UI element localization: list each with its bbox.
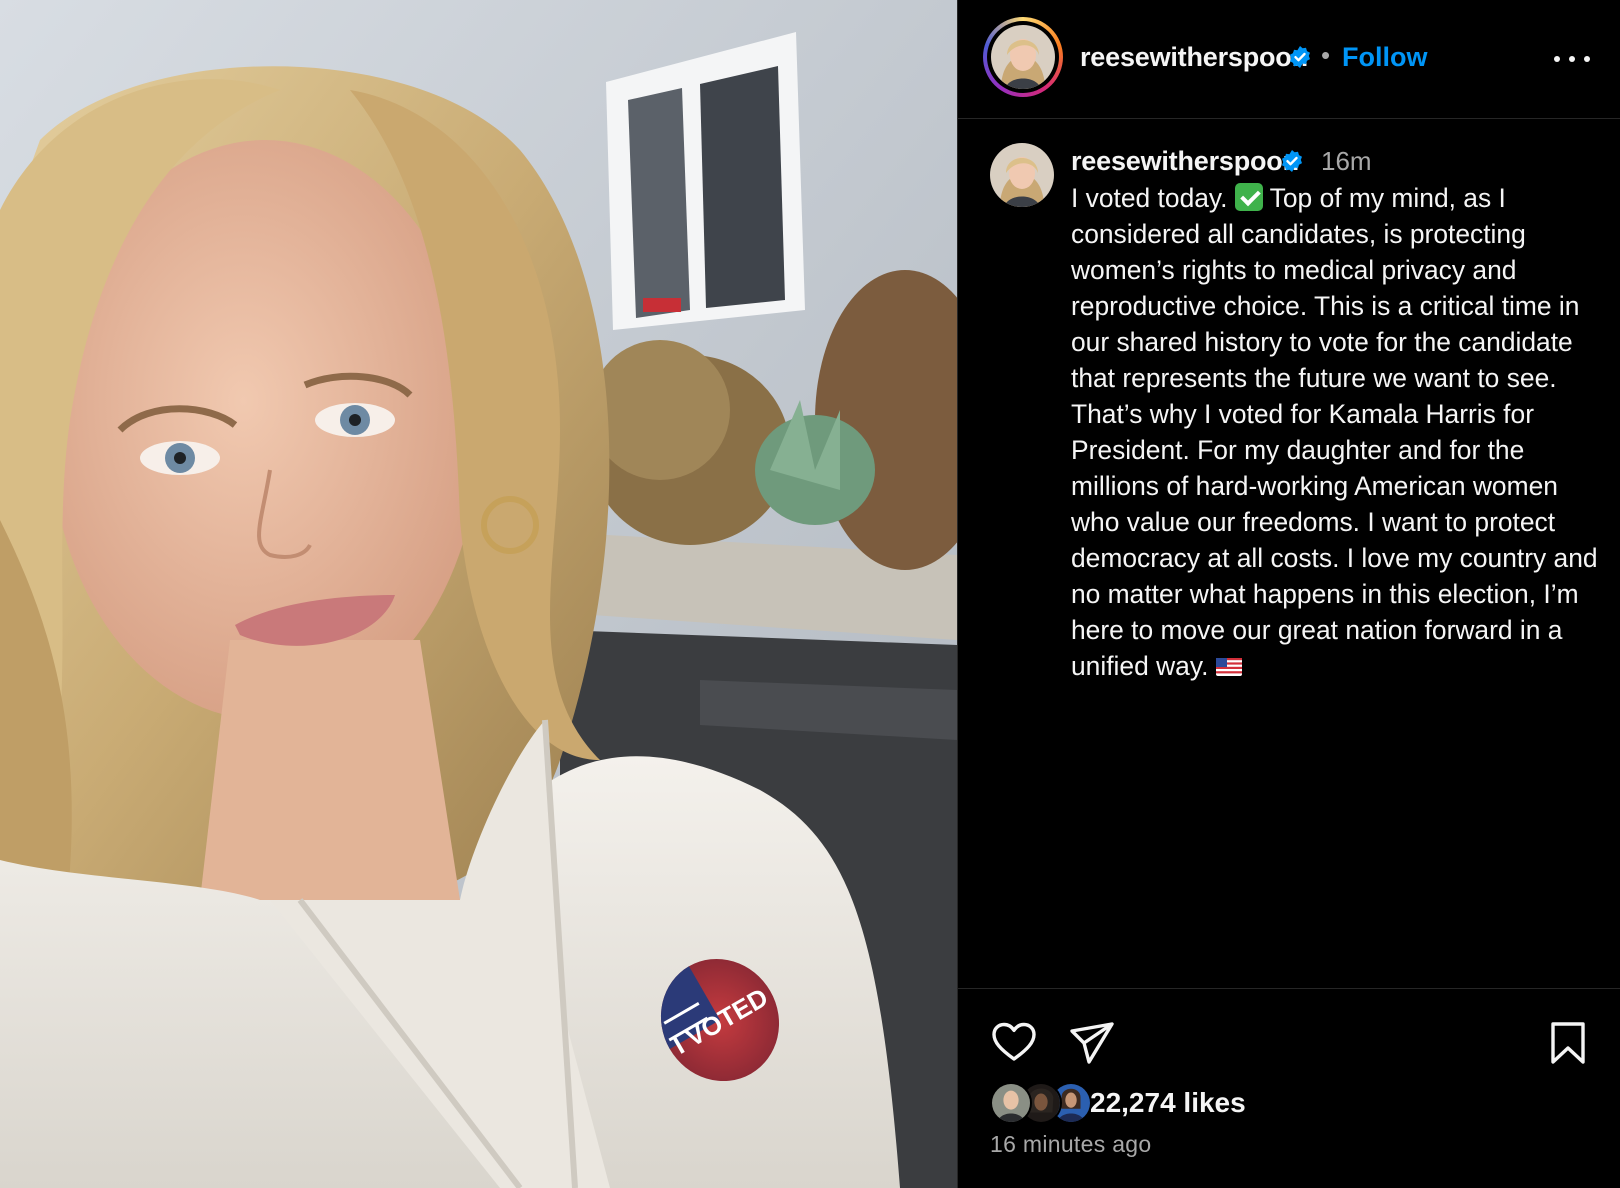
caption-text: I voted today. Top of my mind, as I cons… [1071,180,1606,684]
liker-avatar [990,1082,1032,1124]
caption-text-part2: Top of my mind, as I considered all cand… [1071,183,1605,681]
liker-avatars[interactable] [990,1082,1100,1126]
likes-count[interactable]: 22,274 likes [1090,1087,1246,1119]
caption-avatar[interactable] [990,143,1054,207]
post-photo[interactable]: I VOTED [0,0,957,1188]
instagram-post: I VOTED reesewitherspoon • Follow reesew… [0,0,1620,1188]
more-options-icon[interactable] [1548,40,1596,76]
paper-plane-icon[interactable] [1068,1019,1116,1067]
post-timestamp[interactable]: 16 minutes ago [990,1131,1151,1158]
avatar[interactable] [991,25,1055,89]
post-side-panel: reesewitherspoon • Follow reesewitherspo… [957,0,1620,1188]
likes-number: 22,274 [1090,1087,1176,1118]
us-flag-emoji [1215,658,1242,676]
header-username[interactable]: reesewitherspoon [1080,42,1308,73]
selfie-photo: I VOTED [0,0,957,1188]
bookmark-icon[interactable] [1544,1019,1592,1067]
check-mark-button-emoji [1234,183,1263,211]
separator-dot: • [1321,40,1331,70]
follow-button[interactable]: Follow [1342,42,1427,73]
heart-icon[interactable] [990,1019,1038,1067]
post-actions: 22,274 likes 16 minutes ago [958,988,1620,1188]
caption-username[interactable]: reesewitherspoon [1071,146,1299,177]
story-ring-avatar[interactable] [983,17,1063,97]
verified-badge-icon [1280,149,1304,173]
caption-time[interactable]: 16m [1321,146,1372,177]
post-header: reesewitherspoon • Follow [958,0,1620,119]
verified-badge-icon [1288,45,1312,69]
caption-text-part1: I voted today. [1071,183,1235,213]
likes-suffix: likes [1183,1087,1246,1118]
